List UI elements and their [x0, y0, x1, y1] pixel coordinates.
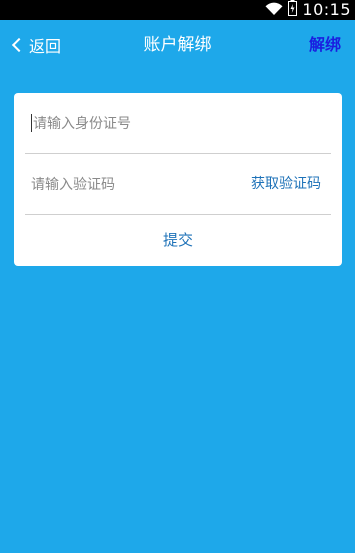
- unbind-form-card: 请输入身份证号 请输入验证码 获取验证码 提交: [14, 93, 342, 266]
- verification-code-input[interactable]: 请输入验证码: [31, 154, 115, 214]
- id-number-input[interactable]: 请输入身份证号: [31, 93, 131, 153]
- status-icons: 10:15: [265, 0, 355, 20]
- id-number-row: 请输入身份证号: [25, 93, 331, 154]
- id-number-placeholder: 请输入身份证号: [33, 116, 131, 132]
- nav-bar: 账户解绑 返回 解绑: [0, 20, 355, 70]
- verification-code-placeholder: 请输入验证码: [31, 177, 115, 193]
- back-label: 返回: [29, 37, 62, 56]
- chevron-left-icon: [11, 37, 27, 53]
- battery-icon: [288, 0, 298, 20]
- text-cursor: [31, 114, 32, 132]
- verification-code-row: 请输入验证码 获取验证码: [25, 154, 331, 215]
- submit-button[interactable]: 提交: [14, 215, 342, 266]
- get-verification-code-button[interactable]: 获取验证码: [241, 154, 331, 214]
- wifi-icon: [265, 1, 283, 20]
- status-bar: 10:15: [0, 0, 355, 20]
- back-button[interactable]: 返回: [10, 20, 61, 70]
- status-time: 10:15: [302, 0, 351, 19]
- unbind-button[interactable]: 解绑: [309, 20, 341, 70]
